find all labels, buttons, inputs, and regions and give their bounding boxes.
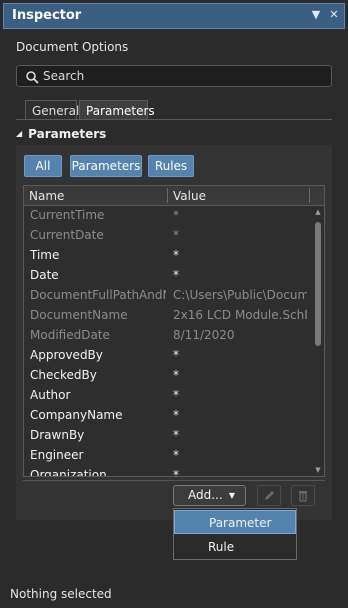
add-dropdown-menu: Parameter Rule (173, 508, 297, 560)
document-options-label: Document Options (16, 40, 129, 54)
table-row[interactable]: DocumentFullPathAndN... C:\Users\Public\D… (24, 286, 312, 306)
row-name-cell: ModifiedDate (30, 328, 110, 342)
grid-header: Name Value (24, 186, 324, 206)
scroll-down-arrow-icon[interactable]: ▼ (314, 466, 322, 474)
table-row[interactable]: CheckedBy * (24, 366, 312, 386)
row-name-cell: DocumentName (30, 308, 128, 322)
table-row[interactable]: Date * (24, 266, 312, 286)
table-row[interactable]: DocumentName 2x16 LCD Module.SchDoc (24, 306, 312, 326)
row-value-cell: * (173, 408, 179, 422)
tab-parameters[interactable]: Parameters (79, 100, 155, 120)
row-name-cell: DocumentFullPathAndN... (30, 288, 166, 302)
row-value-cell: * (173, 448, 179, 462)
search-icon (26, 71, 39, 84)
search-placeholder: Search (43, 69, 85, 83)
row-value-cell: * (173, 348, 179, 362)
filter-parameters-button[interactable]: Parameters (70, 155, 142, 177)
row-name-cell: CheckedBy (30, 368, 97, 382)
tabs-divider (16, 119, 332, 120)
add-button[interactable]: Add... ▼ (173, 485, 246, 506)
row-value-cell: * (173, 388, 179, 402)
row-name-cell: ApprovedBy (30, 348, 103, 362)
row-value-cell: * (173, 268, 179, 282)
section-title: Parameters (28, 127, 107, 141)
column-header-name[interactable]: Name (29, 189, 64, 203)
table-row[interactable]: CurrentDate * (24, 226, 312, 246)
section-header-parameters[interactable]: ◢ Parameters (16, 127, 106, 141)
inspector-titlebar: Inspector ▼ ✕ (3, 3, 345, 29)
edit-button[interactable] (257, 485, 281, 506)
table-row[interactable]: DrawnBy * (24, 426, 312, 446)
row-value-cell: * (173, 368, 179, 382)
filter-all-button[interactable]: All (24, 155, 62, 177)
table-row[interactable]: ApprovedBy * (24, 346, 312, 366)
table-row[interactable]: Time * (24, 246, 312, 266)
table-row[interactable]: Organization * (24, 466, 312, 477)
menu-item-parameter[interactable]: Parameter (174, 510, 296, 534)
status-text: Nothing selected (10, 587, 112, 601)
table-row[interactable]: Engineer * (24, 446, 312, 466)
table-row[interactable]: ModifiedDate 8/11/2020 (24, 326, 312, 346)
row-name-cell: Engineer (30, 448, 84, 462)
toolbar-divider (23, 480, 325, 481)
row-value-cell: C:\Users\Public\Docume... (173, 288, 307, 302)
menu-item-label: Rule (208, 540, 235, 554)
close-icon[interactable]: ✕ (327, 8, 341, 22)
table-row[interactable]: Author * (24, 386, 312, 406)
row-name-cell: CompanyName (30, 408, 123, 422)
column-separator[interactable] (309, 188, 310, 203)
table-row[interactable]: CurrentTime * (24, 206, 312, 226)
row-value-cell: * (173, 228, 179, 242)
row-name-cell: Time (30, 248, 60, 262)
collapse-triangle-icon[interactable]: ◢ (16, 129, 22, 138)
scroll-up-arrow-icon[interactable]: ▲ (314, 208, 322, 216)
column-separator[interactable] (167, 188, 168, 203)
scroll-thumb[interactable] (315, 222, 321, 346)
search-input[interactable]: Search (16, 65, 332, 87)
row-value-cell: * (173, 248, 179, 262)
chevron-down-icon: ▼ (228, 491, 235, 500)
add-button-label: Add... (188, 488, 223, 502)
row-value-cell: * (173, 468, 179, 477)
row-value-cell: * (173, 428, 179, 442)
parameters-grid[interactable]: Name Value CurrentTime * CurrentDate * Time *… (23, 185, 325, 477)
row-name-cell: Organization (30, 468, 107, 477)
row-name-cell: Date (30, 268, 59, 282)
pencil-icon (265, 491, 274, 500)
row-value-cell: 8/11/2020 (173, 328, 235, 342)
vertical-scrollbar[interactable]: ▲ ▼ (312, 206, 324, 476)
row-name-cell: CurrentTime (30, 208, 105, 222)
window-title: Inspector (12, 8, 82, 23)
filter-rules-button[interactable]: Rules (148, 155, 194, 177)
menu-item-label: Parameter (209, 516, 272, 530)
parameters-panel: All Parameters Rules Name Value CurrentT… (16, 145, 332, 520)
row-name-cell: Author (30, 388, 71, 402)
row-name-cell: DrawnBy (30, 428, 85, 442)
delete-button[interactable] (291, 485, 315, 506)
menu-item-rule[interactable]: Rule (174, 535, 296, 559)
triangle-down-icon[interactable]: ▼ (309, 8, 323, 22)
row-value-cell: * (173, 208, 179, 222)
table-row[interactable]: CompanyName * (24, 406, 312, 426)
row-value-cell: 2x16 LCD Module.SchDoc (173, 308, 307, 322)
row-name-cell: CurrentDate (30, 228, 104, 242)
tab-general[interactable]: General (25, 100, 79, 120)
column-header-value[interactable]: Value (173, 189, 206, 203)
trash-icon (299, 491, 307, 502)
